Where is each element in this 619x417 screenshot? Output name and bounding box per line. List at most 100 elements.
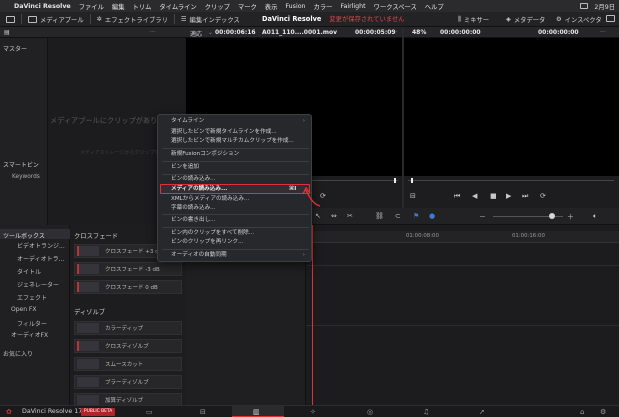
menu-timeline[interactable]: タイムライン <box>159 2 196 11</box>
home-icon[interactable]: ⌂ <box>580 408 584 416</box>
settings-gear-icon[interactable]: ⚙ <box>600 408 606 416</box>
effect-item[interactable]: カラーディップ <box>74 321 182 335</box>
source-duration: 00:00:05:09 <box>355 29 396 36</box>
menu-workspace[interactable]: ワークスペース <box>374 2 417 11</box>
menu-color[interactable]: カラー <box>314 2 333 11</box>
ctx-timeline[interactable]: タイムライン <box>171 117 204 126</box>
volume-icon[interactable]: 🔈︎ <box>593 212 597 221</box>
effect-item[interactable]: ブラーディゾルブ <box>74 375 182 389</box>
effect-thumbnail <box>77 377 99 387</box>
resolve-toolbar: メディアプール ✲ エフェクトライブラリ ☰ 編集インデックス DaVinci … <box>0 12 619 27</box>
loop-timeline-icon[interactable]: ⟳ <box>540 192 546 200</box>
timeline-scrub-bar[interactable] <box>408 180 614 181</box>
edit-page-icon[interactable]: ▥ <box>253 408 260 416</box>
status-box-icon[interactable] <box>580 3 589 9</box>
menu-app-name[interactable]: DaVinci Resolve <box>14 3 71 10</box>
go-to-start-icon[interactable]: ⏮ <box>454 192 460 201</box>
blade-tool-icon[interactable]: ✂ <box>347 212 353 220</box>
ctx-import-media-xml[interactable]: XMLからメディアの読み込み... <box>171 195 249 204</box>
metadata-button[interactable]: ◈ メタデータ <box>506 15 545 24</box>
cut-page-icon[interactable]: ⊟ <box>200 408 206 416</box>
menu-mark[interactable]: マーク <box>238 2 257 11</box>
mixer-button[interactable]: ⫼ ミキサー <box>458 15 489 25</box>
open-fx-category[interactable]: Open FX <box>11 306 37 313</box>
video-transitions-item[interactable]: ビデオトランジ... <box>17 241 65 250</box>
timeline-options-icon[interactable]: ··· <box>600 29 606 36</box>
audio-fx-category[interactable]: オーディオFX <box>11 330 48 339</box>
menu-trim[interactable]: トリム <box>132 2 151 11</box>
go-to-end-icon[interactable]: ⏭ <box>522 192 528 201</box>
favorites-category[interactable]: お気に入り <box>3 349 33 358</box>
master-bin[interactable]: マスター <box>3 44 27 53</box>
ctx-import-media[interactable]: メディアの読み込み... <box>171 185 227 194</box>
match-frame-icon[interactable]: ⊟ <box>410 192 416 200</box>
zoom-slider-handle[interactable] <box>549 213 555 219</box>
bin-list-icon[interactable]: ▤ <box>4 29 10 36</box>
panel-toggle-button[interactable] <box>606 15 615 22</box>
ctx-audio-auto-sync[interactable]: オーディオの自動同期 <box>171 251 227 260</box>
effects-library-button[interactable]: ✲ エフェクトライブラリ <box>97 15 168 24</box>
titles-item[interactable]: タイトル <box>17 267 41 276</box>
ctx-new-timeline-from-bins[interactable]: 選択したビンで新規タイムラインを作成... <box>171 128 277 137</box>
ctx-new-fusion-comp[interactable]: 新規Fusionコンポジション <box>171 150 239 159</box>
more-options-icon[interactable]: ··· <box>150 29 156 36</box>
unsaved-notice: 変更が保存されていません <box>329 16 405 23</box>
media-page-icon[interactable]: ▭ <box>146 408 153 416</box>
menu-file[interactable]: ファイル <box>79 2 104 11</box>
ctx-relink-clips[interactable]: ビンのクリップを再リンク... <box>171 238 243 247</box>
annotation-arrow-icon <box>302 186 321 207</box>
audio-transitions-item[interactable]: オーディオトラ... <box>17 254 64 263</box>
ctx-import-bin[interactable]: ビンの読み込み... <box>171 175 216 184</box>
effect-item[interactable]: クロスフェード -3 dB <box>74 262 182 276</box>
timeline-playhead-marker[interactable] <box>411 178 413 183</box>
menu-edit[interactable]: 編集 <box>112 2 125 11</box>
ctx-export-bin[interactable]: ビンの書き出し... <box>171 216 216 225</box>
toolbox-category[interactable]: ツールボックス <box>3 231 45 240</box>
snap-icon[interactable]: ⊂ <box>395 212 401 220</box>
ctx-import-subtitle[interactable]: 字幕の読み込み... <box>171 204 216 213</box>
chevron-down-icon[interactable]: ⌄ <box>208 29 213 36</box>
viewer-options-icon[interactable]: ··· <box>392 29 398 36</box>
effect-label: クロスフェード -3 dB <box>105 267 160 273</box>
effects-item[interactable]: エフェクト <box>17 293 47 302</box>
timeline-ruler[interactable] <box>306 231 619 243</box>
marker-icon[interactable]: ● <box>429 212 435 220</box>
fit-dropdown[interactable]: 適応 <box>190 29 202 38</box>
timeline-viewer[interactable] <box>404 38 619 176</box>
play-reverse-icon[interactable]: ◀ <box>472 192 477 200</box>
ctx-new-multicam[interactable]: 選択したビンで新規マルチカムクリップを作成... <box>171 137 294 146</box>
source-playhead[interactable] <box>394 178 396 183</box>
menu-clip[interactable]: クリップ <box>205 2 230 11</box>
effect-item[interactable]: クロスディゾルブ <box>74 339 182 353</box>
ctx-add-bin[interactable]: ビンを追加 <box>171 163 199 172</box>
filters-item[interactable]: フィルター <box>17 319 47 328</box>
play-icon[interactable]: ▶ <box>506 192 511 200</box>
fairlight-page-icon[interactable]: ♫ <box>423 408 429 416</box>
menu-help[interactable]: ヘルプ <box>425 2 444 11</box>
stop-icon[interactable]: ■ <box>490 192 497 200</box>
generators-item[interactable]: ジェネレーター <box>17 280 59 289</box>
layout-toggle-button[interactable] <box>6 15 15 23</box>
effect-item[interactable]: スムースカット <box>74 357 182 371</box>
color-page-icon[interactable]: ◎ <box>367 408 373 416</box>
edit-index-button[interactable]: ☰ 編集インデックス <box>181 15 240 24</box>
deliver-page-icon[interactable]: ➚ <box>479 408 485 416</box>
selection-tool-icon[interactable]: ↖ <box>315 212 321 220</box>
menu-fairlight[interactable]: Fairlight <box>340 3 365 10</box>
timeline-playhead[interactable] <box>312 225 313 405</box>
link-icon[interactable]: ⛓ <box>375 212 384 220</box>
trim-tool-icon[interactable]: ⇔ <box>331 212 337 220</box>
media-pool-button[interactable]: メディアプール <box>28 15 84 24</box>
keywords-bin[interactable]: Keywords <box>12 174 40 180</box>
ctx-delete-all-clips[interactable]: ビン内のクリップをすべて削除... <box>171 229 254 238</box>
zoom-in-icon[interactable]: ＋ <box>567 212 574 222</box>
fusion-page-icon[interactable]: ✧ <box>310 408 316 416</box>
menu-view[interactable]: 表示 <box>265 2 278 11</box>
flag-icon[interactable]: ⚑ <box>413 212 419 220</box>
menu-fusion[interactable]: Fusion <box>285 3 305 10</box>
inspector-button[interactable]: ⚙ インスペクタ <box>556 15 602 24</box>
zoom-out-icon[interactable]: － <box>479 212 486 222</box>
effect-item[interactable]: クロスフェード 0 dB <box>74 280 182 294</box>
clip-name[interactable]: A011_110....0001.mov <box>262 29 337 36</box>
zoom-level[interactable]: 48% <box>412 29 426 36</box>
